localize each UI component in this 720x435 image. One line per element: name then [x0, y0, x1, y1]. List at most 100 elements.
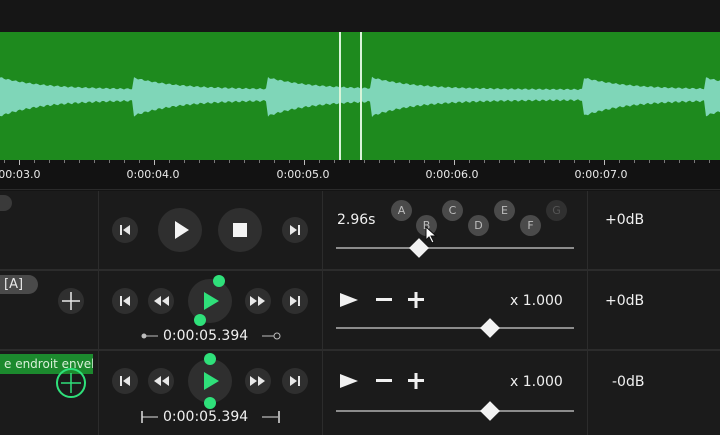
ruler-tick [394, 160, 395, 163]
skip-to-start-button[interactable] [112, 217, 138, 243]
top-bar [0, 0, 720, 32]
ruler-tick [154, 160, 155, 165]
ruler-tick [79, 160, 80, 163]
row3-minus-icon[interactable] [374, 373, 394, 389]
ruler-tick [364, 160, 365, 163]
skip-start-icon [120, 376, 130, 386]
tick-label: 0:00:04.0 [126, 168, 180, 181]
ruler-tick [709, 160, 710, 163]
row3-play-mode-icon[interactable] [339, 373, 359, 389]
row2-plus-icon[interactable] [406, 290, 426, 310]
tick-label: 0:00:07.0 [574, 168, 628, 181]
range-start-bracket-icon [141, 411, 158, 423]
key-e-button[interactable]: E [494, 200, 515, 221]
play-button[interactable] [158, 208, 202, 252]
rewind-icon [154, 296, 169, 306]
ruler-tick [349, 160, 350, 163]
duration-label: 2.96s [337, 212, 376, 228]
row3-end-handle[interactable] [204, 397, 216, 409]
range-start-icon [141, 333, 158, 339]
row3-gain-label[interactable]: -0dB [612, 374, 644, 390]
ruler-tick [169, 160, 170, 163]
ruler-tick [214, 160, 215, 163]
row3-skip-start-button[interactable] [112, 368, 138, 394]
key-d-button[interactable]: D [468, 215, 489, 236]
row3-slider-track[interactable] [336, 410, 574, 412]
ruler-tick [64, 160, 65, 163]
fast-forward-icon [250, 376, 265, 386]
ruler-tick [574, 160, 575, 163]
mouse-cursor-icon [425, 226, 438, 244]
row2-end-handle[interactable] [194, 314, 206, 326]
stop-button[interactable] [218, 208, 262, 252]
stop-icon [233, 223, 247, 237]
ruler-tick [184, 160, 185, 163]
skip-end-icon [290, 376, 300, 386]
skip-start-icon [120, 225, 130, 235]
row3-rate-label: x 1.000 [510, 374, 563, 390]
crosshair-icon [61, 373, 81, 393]
ruler-tick [664, 160, 665, 163]
ruler-tick [34, 160, 35, 163]
ruler-tick [409, 160, 410, 163]
row1-gain-label[interactable]: +0dB [605, 212, 644, 228]
row3-start-handle[interactable] [204, 353, 216, 365]
key-g-button[interactable]: G [546, 200, 567, 221]
row1-slider-track[interactable] [336, 247, 574, 249]
row2-add-marker-button[interactable] [58, 288, 84, 314]
tick-label: 0:00:05.0 [276, 168, 330, 181]
ruler-tick [544, 160, 545, 163]
ruler-tick [649, 160, 650, 163]
row2-minus-icon[interactable] [374, 292, 394, 308]
row2-start-handle[interactable] [213, 275, 225, 287]
ruler-tick [4, 160, 5, 163]
rewind-icon [154, 376, 169, 386]
fast-forward-icon [250, 296, 265, 306]
track-row-2 [0, 271, 720, 350]
row3-fast-forward-button[interactable] [245, 368, 271, 394]
skip-to-end-button[interactable] [282, 217, 308, 243]
row2-rate-label: x 1.000 [510, 293, 563, 309]
track-2-badge[interactable]: [A] [0, 275, 38, 294]
ruler-tick [679, 160, 680, 163]
range-end-bracket-icon [262, 411, 280, 423]
ruler-tick [109, 160, 110, 163]
range-end-icon [262, 332, 281, 340]
ruler-tick [694, 160, 695, 163]
ruler-tick [19, 160, 20, 165]
key-c-button[interactable]: C [442, 200, 463, 221]
ruler-tick [619, 160, 620, 163]
row3-plus-icon[interactable] [406, 371, 426, 391]
ruler-tick [49, 160, 50, 163]
skip-end-icon [290, 225, 300, 235]
crosshair-icon [62, 292, 80, 310]
row2-play-mode-icon[interactable] [339, 292, 359, 308]
row2-gain-label[interactable]: +0dB [605, 293, 644, 309]
row3-skip-end-button[interactable] [282, 368, 308, 394]
tick-label: 0:00:06.0 [425, 168, 479, 181]
row2-skip-start-button[interactable] [112, 288, 138, 314]
ruler-tick [529, 160, 530, 163]
ruler-tick [304, 160, 305, 165]
waveform-view[interactable] [0, 32, 720, 160]
row2-fast-forward-button[interactable] [245, 288, 271, 314]
timeline-ruler[interactable]: 0:00:03.0 0:00:04.0 0:00:05.0 0:00:06.0 … [0, 160, 720, 190]
row3-time-display: 0:00:05.394 [163, 409, 249, 425]
skip-end-icon [290, 296, 300, 306]
row2-rewind-button[interactable] [148, 288, 174, 314]
skip-start-icon [120, 296, 130, 306]
ruler-tick [499, 160, 500, 163]
row2-skip-end-button[interactable] [282, 288, 308, 314]
ruler-tick [469, 160, 470, 163]
key-a-button[interactable]: A [391, 200, 412, 221]
row2-slider-track[interactable] [336, 327, 574, 329]
play-icon [175, 221, 189, 239]
row2-time-display: 0:00:05.394 [163, 328, 249, 344]
track-row-1 [0, 191, 720, 270]
key-f-button[interactable]: F [520, 215, 541, 236]
row3-add-marker-button[interactable] [56, 368, 86, 398]
waveform-graphic [0, 32, 720, 160]
ruler-tick [379, 160, 380, 163]
row3-rewind-button[interactable] [148, 368, 174, 394]
track-row-3 [0, 351, 720, 435]
